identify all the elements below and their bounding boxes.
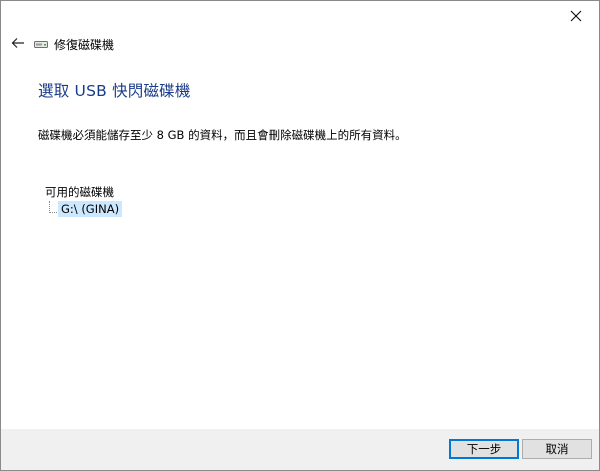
back-button[interactable]: [7, 32, 29, 54]
instruction-text: 磁碟機必須能儲存至少 8 GB 的資料，而且會刪除磁碟機上的所有資料。: [38, 128, 407, 142]
back-arrow-icon: [11, 38, 24, 48]
close-icon: [570, 10, 582, 21]
usb-drive-icon: [34, 41, 48, 48]
window-title: 修復磁碟機: [54, 37, 115, 52]
drive-item-g[interactable]: G:\ (GINA): [58, 201, 123, 217]
cancel-button[interactable]: 取消: [522, 439, 592, 459]
tree-root-available-drives: 可用的磁碟機: [45, 185, 114, 199]
tree-connector-line: [49, 201, 57, 213]
next-button[interactable]: 下一步: [449, 439, 519, 459]
close-button[interactable]: [553, 1, 599, 30]
window-title-row: 修復磁碟機: [34, 34, 114, 54]
footer-bar: 下一步 取消: [1, 429, 599, 470]
recovery-drive-window: 修復磁碟機 選取 USB 快閃磁碟機 磁碟機必須能儲存至少 8 GB 的資料，而…: [0, 0, 600, 471]
page-heading: 選取 USB 快閃磁碟機: [38, 82, 191, 100]
drive-tree: 可用的磁碟機 G:\ (GINA): [45, 184, 123, 217]
